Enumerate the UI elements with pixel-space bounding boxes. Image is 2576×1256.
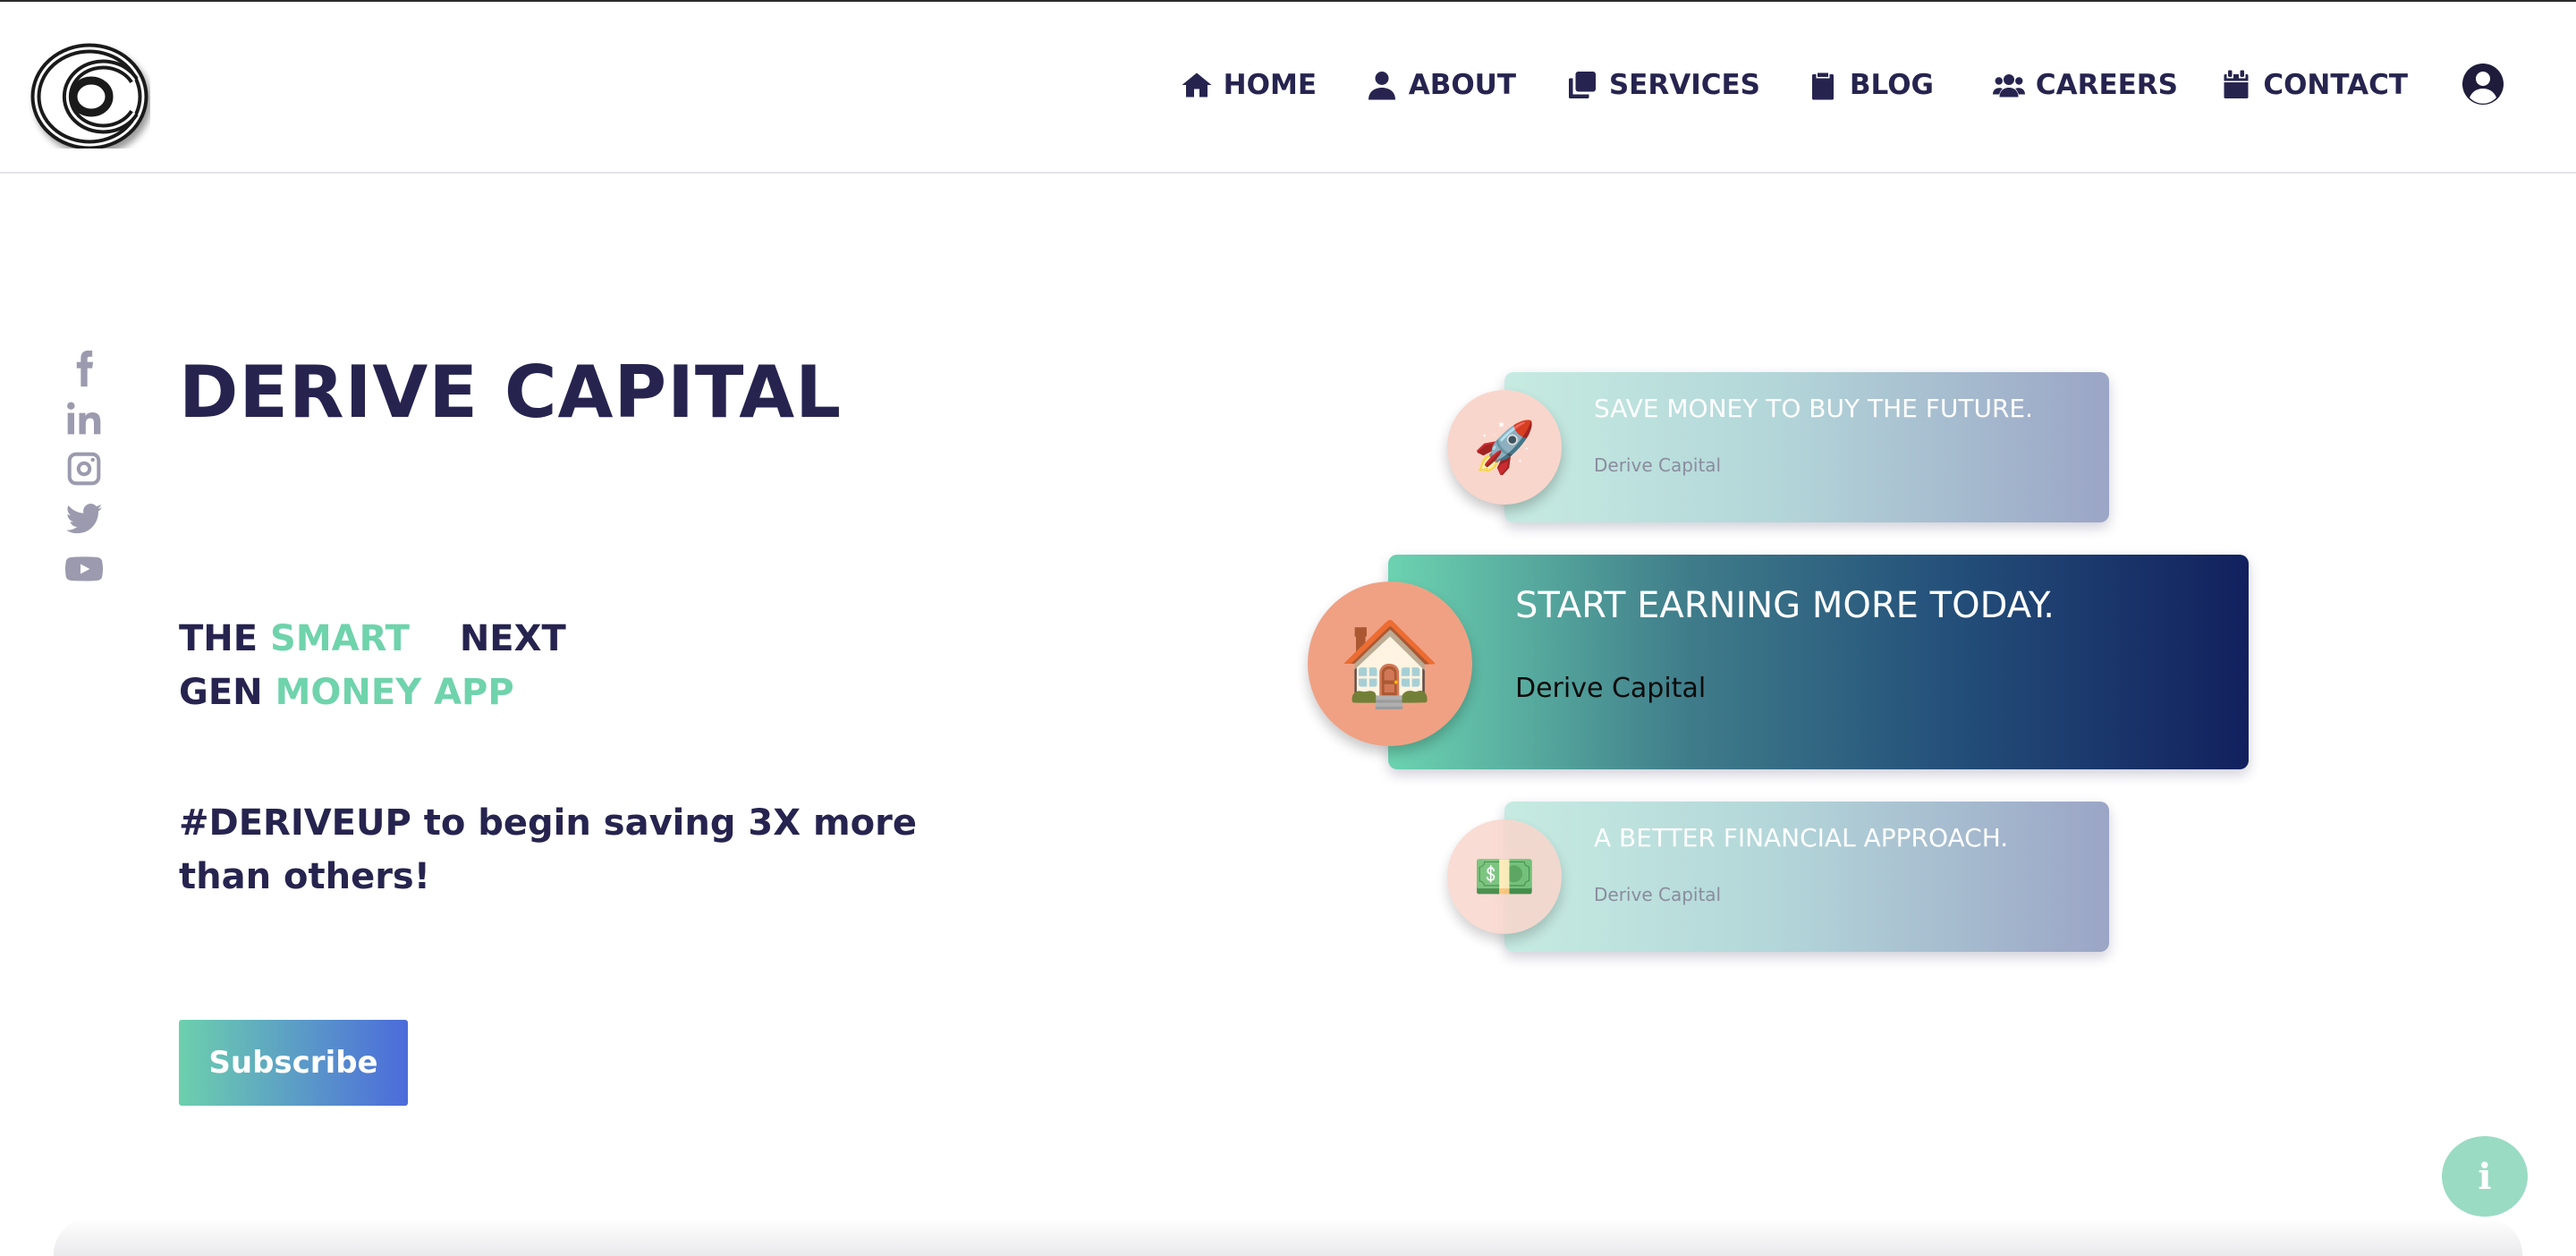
nav-blog[interactable]: BLOG [1807, 63, 1934, 107]
nav-blog-label: BLOG [1849, 69, 1934, 101]
calendar-icon [2224, 70, 2249, 98]
hero-promo-text: #DERIVEUP to begin saving 3X more than o… [179, 802, 917, 897]
section-edge-shadow [54, 1218, 2522, 1256]
nav-services[interactable]: SERVICES [1566, 63, 1760, 107]
derive-capital-logo[interactable] [29, 36, 150, 149]
feature-card-approach[interactable]: A BETTER FINANCIAL APPROACH. Derive Capi… [1504, 802, 2109, 952]
home-icon [1182, 72, 1212, 98]
user-icon [1368, 72, 1395, 100]
social-links [64, 349, 107, 599]
tagline-word-smart: SMART [270, 618, 410, 659]
nav-contact-label: CONTACT [2263, 69, 2408, 101]
card-title: START EARNING MORE TODAY. [1515, 585, 2055, 626]
rocket-icon: 🚀 [1447, 390, 1562, 505]
tagline-word-gen: GEN [179, 672, 263, 713]
subscribe-button[interactable]: Subscribe [179, 1020, 408, 1106]
nav-contact[interactable]: CONTACT [2220, 63, 2408, 107]
feature-card-earn[interactable]: START EARNING MORE TODAY. Derive Capital [1388, 555, 2249, 769]
hero-title: DERIVE CAPITAL [179, 351, 843, 434]
card-subtitle: Derive Capital [1515, 673, 1707, 704]
tagline-word-the: THE [179, 618, 258, 659]
site-header: HOME ABOUT SERVICES BLOG CAREERS CONTACT [0, 2, 2576, 174]
money-icon: 💵 [1447, 819, 1562, 934]
instagram-icon[interactable] [64, 449, 104, 488]
users-icon [1992, 74, 2025, 98]
nav-home[interactable]: HOME [1181, 63, 1317, 107]
tagline-word-next: NEXT [459, 618, 566, 659]
nav-careers-label: CAREERS [2035, 69, 2178, 101]
card-subtitle: Derive Capital [1594, 884, 1722, 905]
clone-icon [1568, 72, 1596, 98]
house-icon: 🏠 [1308, 581, 1472, 746]
clipboard-icon [1811, 72, 1834, 100]
card-title: A BETTER FINANCIAL APPROACH. [1594, 823, 2009, 853]
nav-about[interactable]: ABOUT [1366, 63, 1516, 107]
user-account-icon[interactable] [2462, 63, 2504, 106]
feature-card-save[interactable]: SAVE MONEY TO BUY THE FUTURE. Derive Cap… [1504, 372, 2109, 522]
card-subtitle: Derive Capital [1594, 454, 1722, 476]
nav-about-label: ABOUT [1408, 69, 1516, 101]
tagline-word-money-app: MONEY APP [275, 672, 514, 713]
linkedin-icon[interactable] [64, 399, 104, 438]
nav-home-label: HOME [1223, 69, 1317, 101]
hero-tagline: THE SMART NEXT GEN MONEY APP [179, 612, 680, 719]
twitter-icon[interactable] [64, 499, 104, 539]
nav-careers[interactable]: CAREERS [1992, 63, 2178, 107]
youtube-icon[interactable] [64, 549, 104, 589]
facebook-icon[interactable] [64, 349, 104, 388]
page: HOME ABOUT SERVICES BLOG CAREERS CONTACT [0, 0, 2576, 1256]
info-button[interactable]: i [2442, 1136, 2528, 1217]
card-title: SAVE MONEY TO BUY THE FUTURE. [1594, 394, 2033, 423]
nav-services-label: SERVICES [1608, 69, 1760, 101]
